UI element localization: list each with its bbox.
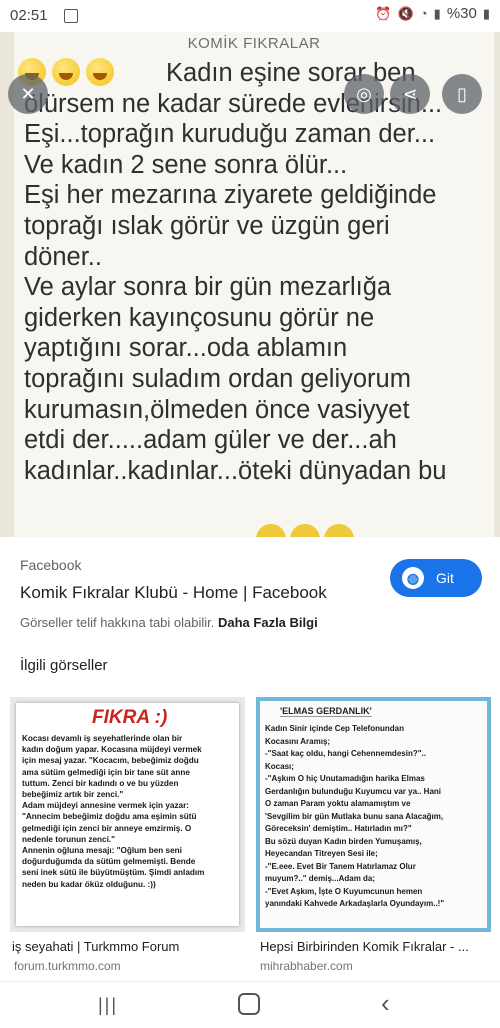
back-icon[interactable]: ‹ (381, 988, 390, 1019)
share-icon: ⋖ (402, 83, 418, 104)
close-icon: ✕ (20, 83, 36, 104)
related-source: mihrabhaber.com (260, 959, 353, 973)
lens-button[interactable]: ◎ (344, 74, 384, 114)
related-caption[interactable]: Hepsi Birbirinden Komik Fıkralar - ... (260, 939, 469, 954)
thumbnail-image: 'ELMAS GERDANLIK' Kadın Sinir içinde Cep… (260, 701, 487, 928)
related-image-thumbnail[interactable]: FIKRA :) Kocası devamlı iş seyehatlerind… (10, 697, 245, 932)
emoji-icon (290, 524, 320, 537)
source-name: Facebook (20, 557, 82, 573)
globe-icon: ◍ (402, 567, 424, 589)
close-button[interactable]: ✕ (8, 74, 48, 114)
mute-icon: 🔇 (397, 5, 414, 21)
related-caption[interactable]: iş seyahati | Turkmmo Forum (12, 939, 179, 954)
related-images-heading: İlgili görseller (20, 657, 108, 674)
lens-icon: ◎ (356, 83, 372, 104)
more-info-link[interactable]: Daha Fazla Bilgi (218, 615, 318, 630)
battery-level: %30 (446, 5, 477, 22)
battery-icon: ▮ (482, 5, 490, 21)
wifi-icon: ◔ (419, 6, 428, 21)
bottom-emoji-row (256, 524, 354, 537)
alarm-icon: ⏰ (375, 5, 392, 21)
joke-text: Kadın eşine sorar ben ölürsem ne kadar s… (24, 59, 447, 485)
copyright-text: Görseller telif hakkına tabi olabilir. (20, 615, 215, 630)
recent-apps-icon[interactable]: ||| (98, 995, 118, 1016)
notification-icon (64, 9, 78, 23)
signal-icon: ▮ (433, 5, 441, 21)
related-source: forum.turkmmo.com (14, 959, 121, 973)
emoji-icon (256, 524, 286, 537)
emoji-icon (324, 524, 354, 537)
thumbnail-title: 'ELMAS GERDANLIK' (280, 706, 372, 717)
save-button[interactable]: ▯ (442, 74, 482, 114)
visit-label: Git (436, 570, 454, 586)
status-indicators: ⏰ 🔇 ◔ ▮ %30 ▮ (375, 5, 490, 22)
copyright-notice: Görseller telif hakkına tabi olabilir. D… (20, 615, 318, 630)
system-navigation-bar: ||| ‹ (0, 981, 500, 1028)
joke-image-header: KOMİK FIKRALAR (187, 35, 321, 52)
related-image-thumbnail[interactable]: 'ELMAS GERDANLIK' Kadın Sinir içinde Cep… (256, 697, 491, 932)
image-info-panel: Facebook Komik Fıkralar Klubü - Home | F… (0, 537, 500, 997)
bookmark-icon: ▯ (457, 83, 467, 104)
visit-button[interactable]: ◍ Git (390, 559, 482, 597)
thumbnail-text: Kocası devamlı iş seyehatlerinde olan bi… (22, 734, 205, 889)
thumbnail-title: FIKRA :) (92, 707, 168, 728)
status-bar: 02:51 ⏰ 🔇 ◔ ▮ %30 ▮ (0, 0, 500, 32)
page-title-link[interactable]: Komik Fıkralar Klubü - Home | Facebook (20, 583, 327, 603)
thumbnail-text: Kadın Sinir içinde Cep Telefonundan Koca… (265, 724, 445, 908)
home-icon[interactable] (238, 993, 260, 1015)
status-time: 02:51 (10, 7, 48, 24)
thumbnail-image: FIKRA :) Kocası devamlı iş seyehatlerind… (16, 703, 239, 926)
share-button[interactable]: ⋖ (390, 74, 430, 114)
image-viewer[interactable]: KOMİK FIKRALAR Kadın eşine sorar ben ölü… (0, 32, 500, 537)
